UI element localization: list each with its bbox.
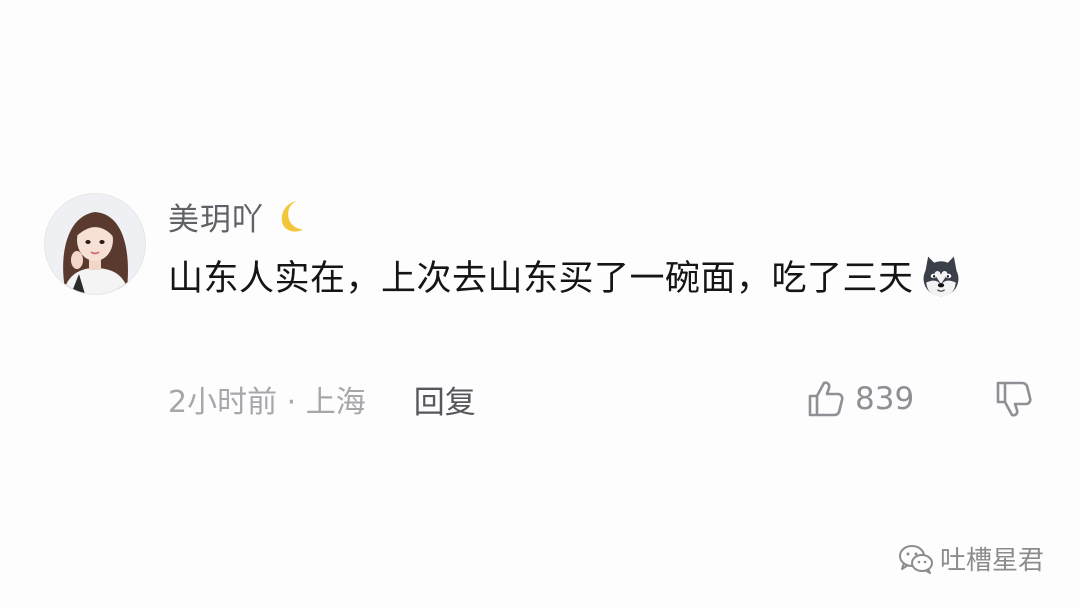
timestamp-location: 2小时前 · 上海	[168, 385, 366, 420]
comment-body: 山东人实在，上次去山东买了一碗面，吃了三天	[168, 250, 1028, 308]
watermark: 吐槽星君	[898, 540, 1044, 577]
thumbs-up-icon	[808, 381, 844, 417]
like-count: 839	[855, 381, 915, 417]
crescent-moon-icon	[281, 200, 304, 232]
wechat-icon	[898, 544, 933, 574]
reply-button[interactable]: 回复	[414, 377, 476, 422]
comment-meta: 2小时前 · 上海 回复	[168, 374, 476, 424]
username[interactable]: 美玥吖	[168, 194, 264, 239]
thumbs-down-icon[interactable]	[993, 378, 1035, 420]
watermark-text: 吐槽星君	[939, 546, 1044, 576]
comment-text: 山东人实在，上次去山东买了一碗面，吃了三天	[168, 259, 914, 299]
husky-dog-emoji	[923, 256, 958, 297]
comment-header: 美玥吖	[168, 192, 310, 240]
comment-screen: 美玥吖 山东人实在，上次去山东买了一碗面，吃了三天 2小时前 · 上海 回复 8	[0, 0, 1080, 607]
avatar[interactable]	[44, 193, 146, 295]
like-button[interactable]: 839	[805, 374, 914, 424]
